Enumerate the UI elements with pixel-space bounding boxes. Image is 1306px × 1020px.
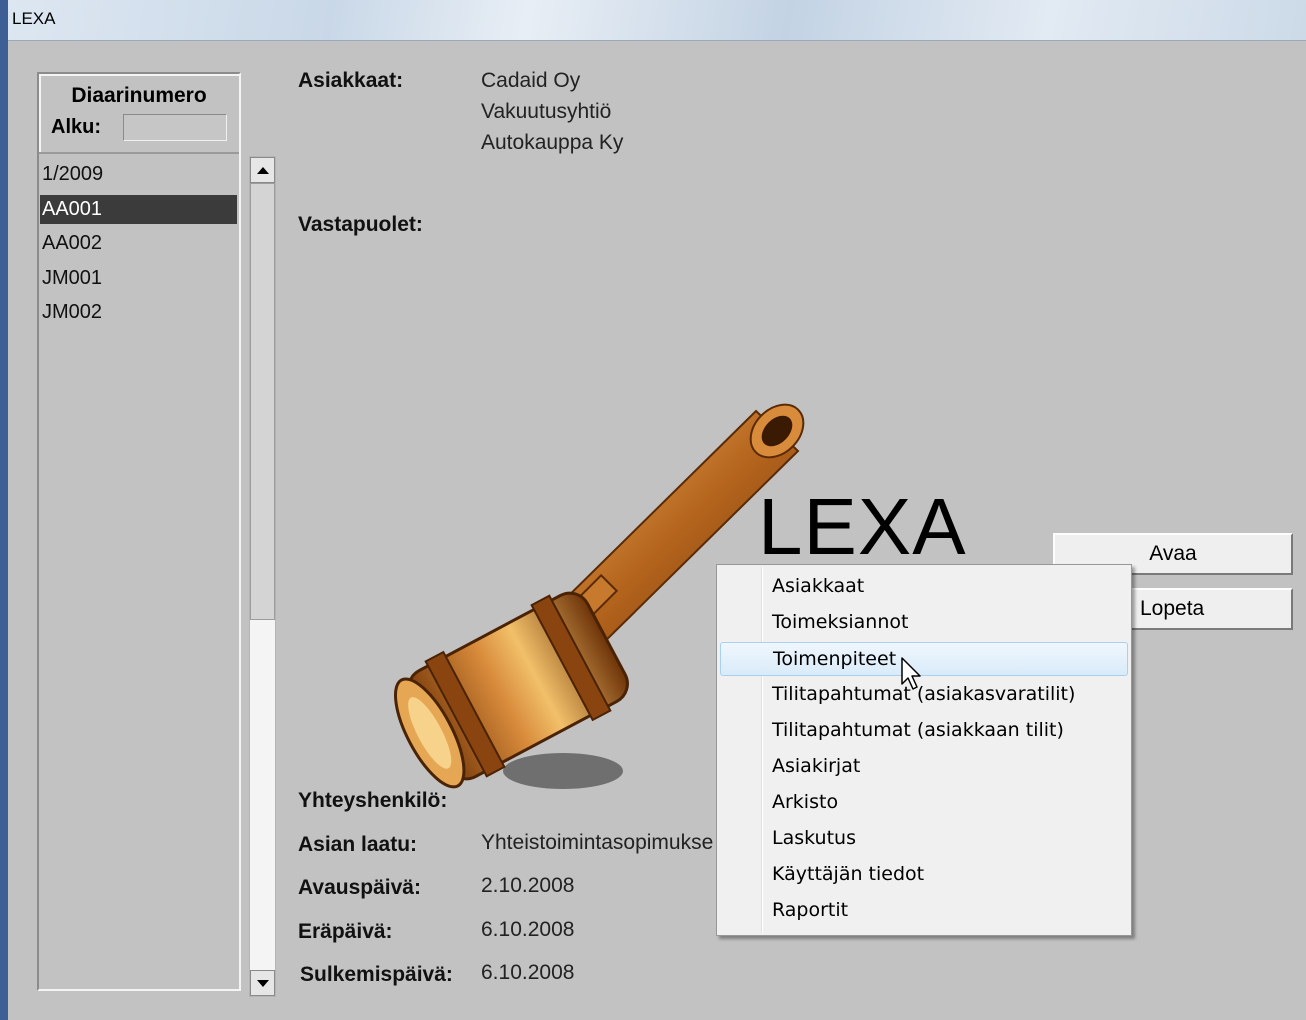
menu-item-asiakkaat[interactable]: Asiakkaat	[720, 570, 1128, 604]
case-list-heading: Diaarinumero	[71, 84, 207, 107]
asiakas-value: Cadaid Oy	[481, 69, 581, 92]
avauspaiva-label: Avauspäivä:	[298, 876, 421, 899]
menu-item-kayttajan-tiedot[interactable]: Käyttäjän tiedot	[720, 858, 1128, 892]
erapaiva-value: 6.10.2008	[481, 918, 575, 941]
arrow-down-icon	[256, 979, 269, 987]
menu-item-arkisto[interactable]: Arkisto	[720, 786, 1128, 820]
case-list-item[interactable]: JM001	[40, 264, 238, 293]
menu-item-asiakirjat[interactable]: Asiakirjat	[720, 750, 1128, 784]
case-list-item-selected[interactable]: AA001	[40, 194, 237, 224]
case-list-header: Diaarinumero Alku:	[39, 74, 239, 154]
scroll-up-button[interactable]	[250, 157, 275, 183]
scroll-down-button[interactable]	[250, 970, 275, 996]
case-list-item[interactable]: AA002	[40, 229, 238, 258]
scrollbar-thumb[interactable]	[250, 183, 275, 620]
vastapuolet-label: Vastapuolet:	[298, 213, 423, 236]
sulkemispaiva-value: 6.10.2008	[481, 961, 575, 984]
asian-laatu-label: Asian laatu:	[298, 833, 418, 856]
title-bar[interactable]: LEXA	[8, 0, 1306, 41]
case-list-item[interactable]: 1/2009	[40, 160, 238, 189]
vertical-scrollbar[interactable]	[249, 156, 276, 997]
menu-item-raportit[interactable]: Raportit	[720, 894, 1128, 928]
menu-item-tilitapahtumat-asiakasvaratilit[interactable]: Tilitapahtumat (asiakasvaratilit)	[720, 678, 1128, 712]
menu-item-toimenpiteet[interactable]: Toimenpiteet	[720, 642, 1128, 676]
arrow-up-icon	[256, 166, 269, 174]
alku-input[interactable]	[123, 114, 227, 141]
yhteyshenkilo-label: Yhteyshenkilö:	[298, 789, 448, 812]
context-menu: Asiakkaat Toimeksiannot Toimenpiteet Til…	[716, 564, 1132, 936]
case-list-panel: Diaarinumero Alku: 1/2009 AA001 AA002 JM…	[37, 72, 241, 991]
sulkemispaiva-label: Sulkemispäivä:	[300, 963, 453, 986]
asian-laatu-value: Yhteistoimintasopimukse	[481, 831, 714, 854]
erapaiva-label: Eräpäivä:	[298, 920, 393, 943]
asiakas-value: Vakuutusyhtiö	[481, 100, 612, 123]
menu-item-laskutus[interactable]: Laskutus	[720, 822, 1128, 856]
menu-item-tilitapahtumat-asiakkaan-tilit[interactable]: Tilitapahtumat (asiakkaan tilit)	[720, 714, 1128, 748]
window-title: LEXA	[12, 9, 56, 28]
mouse-cursor-icon	[901, 657, 921, 690]
asiakas-value: Autokauppa Ky	[481, 131, 624, 154]
asiakkaat-label: Asiakkaat:	[298, 69, 404, 92]
lexa-logo: LEXA	[758, 482, 967, 571]
alku-label: Alku:	[51, 116, 101, 138]
avauspaiva-value: 2.10.2008	[481, 874, 575, 897]
case-list-item[interactable]: JM002	[40, 298, 238, 327]
case-list: 1/2009 AA001 AA002 JM001 JM002	[40, 160, 238, 333]
menu-item-toimeksiannot[interactable]: Toimeksiannot	[720, 606, 1128, 640]
